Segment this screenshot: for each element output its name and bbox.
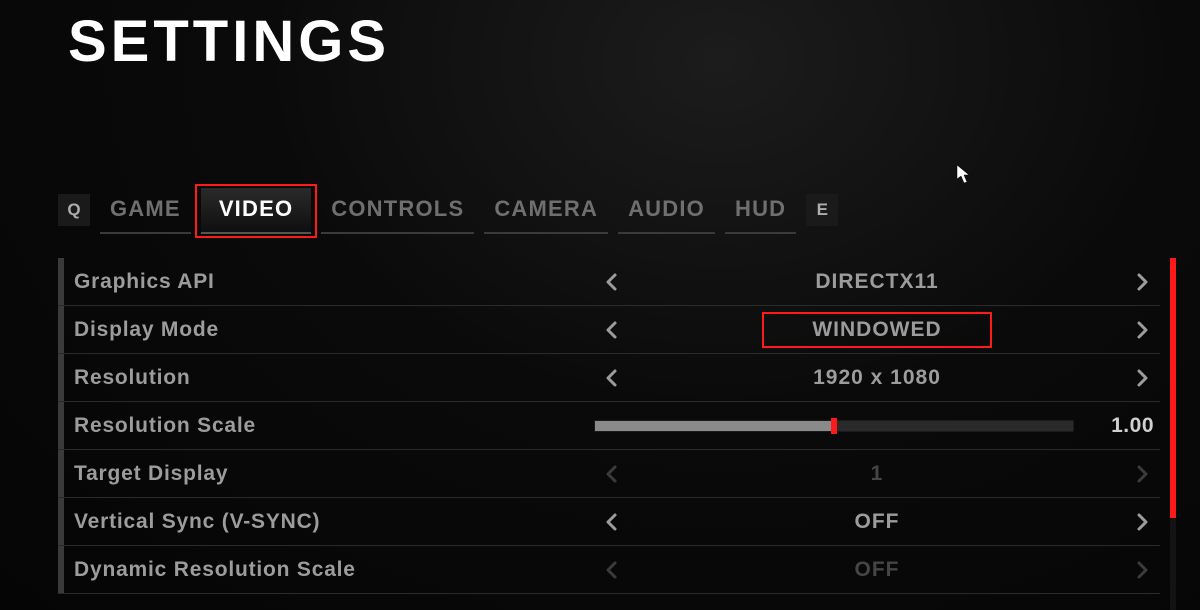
setting-value: 1 bbox=[630, 458, 1124, 490]
scrollbar-thumb[interactable] bbox=[1170, 258, 1176, 518]
setting-label: Dynamic Resolution Scale bbox=[74, 558, 594, 582]
setting-value-text: 1 bbox=[831, 458, 924, 490]
tab-hud[interactable]: HUD bbox=[725, 188, 796, 232]
setting-label: Display Mode bbox=[74, 318, 594, 342]
chevron-left-icon[interactable] bbox=[594, 368, 630, 388]
cursor-icon bbox=[956, 164, 972, 184]
setting-row-6: Dynamic Resolution Scale OFF bbox=[58, 546, 1160, 594]
tab-game[interactable]: GAME bbox=[100, 188, 191, 232]
tab-audio[interactable]: AUDIO bbox=[618, 188, 715, 232]
row-accent bbox=[58, 450, 64, 497]
prev-tab-key[interactable]: Q bbox=[58, 194, 90, 226]
setting-label: Target Display bbox=[74, 462, 594, 486]
scrollbar[interactable] bbox=[1170, 258, 1176, 610]
tab-controls[interactable]: CONTROLS bbox=[321, 188, 474, 232]
settings-list: Graphics API DIRECTX11 Display Mode WINDOWE… bbox=[58, 258, 1160, 610]
chevron-right-icon[interactable] bbox=[1124, 272, 1160, 292]
chevron-left-icon[interactable] bbox=[594, 272, 630, 292]
chevron-left-icon[interactable] bbox=[594, 512, 630, 532]
setting-value: OFF bbox=[630, 506, 1124, 538]
selector: DIRECTX11 bbox=[594, 266, 1160, 298]
row-accent bbox=[58, 402, 64, 449]
setting-row-4: Target Display 1 bbox=[58, 450, 1160, 498]
row-accent bbox=[58, 498, 64, 545]
setting-value: WINDOWED bbox=[630, 314, 1124, 346]
slider-value: 1.00 bbox=[1074, 414, 1160, 438]
setting-row-5: Vertical Sync (V-SYNC) OFF bbox=[58, 498, 1160, 546]
setting-value-text: OFF bbox=[815, 506, 940, 538]
row-accent bbox=[58, 546, 64, 593]
setting-label: Vertical Sync (V-SYNC) bbox=[74, 510, 594, 534]
tab-video[interactable]: VIDEO bbox=[201, 188, 311, 232]
setting-label: Graphics API bbox=[74, 270, 594, 294]
setting-value-text: 1920 x 1080 bbox=[773, 362, 981, 394]
chevron-right-icon[interactable] bbox=[1124, 368, 1160, 388]
chevron-right-icon bbox=[1124, 560, 1160, 580]
chevron-right-icon[interactable] bbox=[1124, 512, 1160, 532]
selector: OFF bbox=[594, 506, 1160, 538]
tab-camera[interactable]: CAMERA bbox=[484, 188, 608, 232]
selector: OFF bbox=[594, 554, 1160, 586]
chevron-left-icon[interactable] bbox=[594, 320, 630, 340]
setting-value: OFF bbox=[630, 554, 1124, 586]
setting-row-0: Graphics API DIRECTX11 bbox=[58, 258, 1160, 306]
next-tab-key[interactable]: E bbox=[806, 194, 838, 226]
slider-handle[interactable] bbox=[831, 418, 837, 434]
row-accent bbox=[58, 258, 64, 305]
setting-row-2: Resolution 1920 x 1080 bbox=[58, 354, 1160, 402]
chevron-right-icon bbox=[1124, 464, 1160, 484]
setting-label: Resolution Scale bbox=[74, 414, 594, 438]
slider-track[interactable] bbox=[594, 420, 1074, 432]
setting-value: 1920 x 1080 bbox=[630, 362, 1124, 394]
chevron-left-icon bbox=[594, 464, 630, 484]
page-title: SETTINGS bbox=[68, 8, 390, 75]
chevron-right-icon[interactable] bbox=[1124, 320, 1160, 340]
selector: 1920 x 1080 bbox=[594, 362, 1160, 394]
selector: 1 bbox=[594, 458, 1160, 490]
setting-value-text: WINDOWED bbox=[764, 314, 989, 346]
chevron-left-icon bbox=[594, 560, 630, 580]
slider-control: 1.00 bbox=[594, 414, 1160, 438]
setting-label: Resolution bbox=[74, 366, 594, 390]
setting-value: DIRECTX11 bbox=[630, 266, 1124, 298]
row-accent bbox=[58, 306, 64, 353]
selector: WINDOWED bbox=[594, 314, 1160, 346]
setting-row-1: Display Mode WINDOWED bbox=[58, 306, 1160, 354]
tabs-row: Q GAME VIDEO CONTROLS CAMERA AUDIO HUD E bbox=[58, 188, 1160, 232]
setting-value-text: OFF bbox=[815, 554, 940, 586]
slider-fill bbox=[595, 421, 834, 431]
row-accent bbox=[58, 354, 64, 401]
setting-row-3: Resolution Scale 1.00 bbox=[58, 402, 1160, 450]
setting-value-text: DIRECTX11 bbox=[775, 266, 978, 298]
